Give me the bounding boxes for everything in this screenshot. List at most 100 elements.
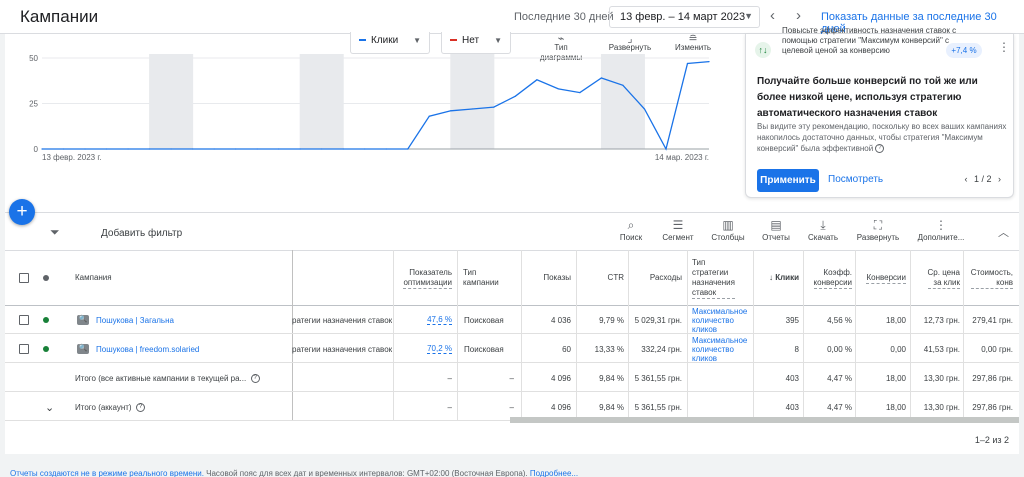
col-cost-conv-line1: Стоимость, [970, 267, 1013, 277]
col-bid-line1: Тип [692, 257, 706, 267]
reports-icon: ▤ [770, 218, 782, 232]
col-type-line1: Тип [463, 268, 477, 277]
columns-button[interactable]: ▥ Столбцы [702, 218, 754, 242]
expand-table-button[interactable]: ⛶ Развернуть [852, 218, 904, 242]
chevron-right-icon[interactable]: › [796, 7, 801, 24]
chevron-up-icon[interactable]: ︿ [998, 224, 1009, 240]
date-range-select[interactable]: 13 февр. – 14 март 2023 ▼ [609, 6, 760, 28]
clicks-data-point [364, 148, 366, 150]
clicks-data-point [170, 148, 172, 150]
more-label: Дополните... [917, 233, 965, 242]
trend-up-icon: ↑↓ [755, 42, 771, 58]
col-optimization-line1: Показатель [409, 267, 452, 277]
clicks-data-point [105, 148, 108, 150]
bid-strategy-cell[interactable]: Максимальное количество кликов [692, 306, 752, 334]
help-icon[interactable]: ? [136, 402, 146, 412]
clicks-cell: 395 [785, 315, 799, 325]
col-campaign-type-label: Тип кампании [463, 268, 499, 288]
help-icon[interactable]: ? [250, 373, 260, 383]
clicks-data-point [278, 148, 280, 150]
bid-strategy-link[interactable]: Максимальное количество кликов [692, 336, 747, 363]
campaign-name-link[interactable]: Пошукова | Загальна [96, 316, 174, 325]
clicks-data-point [708, 61, 710, 63]
table-row: 🔍 Пошукова | freedom.solaried ратегии наз… [5, 335, 1019, 363]
help-icon[interactable]: ? [875, 144, 885, 154]
col-campaign[interactable]: Кампания [75, 251, 275, 305]
cost-cell: 5 361,55 грн. [634, 373, 682, 383]
columns-label: Столбцы [711, 233, 745, 242]
more-vert-icon[interactable]: ⋮ [998, 40, 1010, 54]
col-cost[interactable]: Расходы [630, 251, 682, 305]
col-avg-cpc[interactable]: Ср. цена за клик [912, 251, 960, 305]
apply-button[interactable]: Применить [757, 169, 819, 192]
status-enabled-icon [43, 346, 49, 352]
col-type-line2: кампании [463, 278, 499, 287]
row-checkbox[interactable] [19, 315, 29, 325]
col-conversions[interactable]: Конверсии [857, 251, 906, 305]
bid-strategy-line3: кликов [692, 353, 718, 363]
campaign-name-cell: 🔍 Пошукова | Загальна [77, 306, 291, 334]
col-clicks-label: Клики [775, 273, 799, 282]
view-button[interactable]: Посмотреть [828, 174, 883, 185]
avg-cpc-cell: 13,30 грн. [923, 373, 960, 383]
campaign-type-cell: Поисковая [464, 315, 504, 325]
learn-more-link[interactable]: Подробнее... [530, 469, 578, 477]
clicks-line-chart: 0 25 50 13 февр. 2023 г. 14 мар. 2023 г. [29, 54, 710, 162]
bid-strategy-cell[interactable]: Максимальное количество кликов [692, 335, 752, 363]
add-filter-button[interactable]: Добавить фильтр [101, 228, 182, 239]
table-row: 🔍 Пошукова | Загальна ратегии назначения … [5, 306, 1019, 334]
col-optimization[interactable]: Показатель оптимизации [395, 251, 452, 305]
campaign-name-link[interactable]: Пошукова | freedom.solaried [96, 345, 199, 354]
timezone-note: Часовой пояс для всех дат и временных ин… [203, 469, 530, 477]
realtime-note-link[interactable]: Отчеты создаются не в режиме реального в… [10, 469, 204, 477]
add-campaign-button[interactable]: + [9, 199, 35, 225]
search-icon: ⌕ [627, 218, 635, 232]
search-campaign-icon: 🔍 [77, 344, 89, 354]
col-clicks[interactable]: ↓ Клики [755, 251, 799, 305]
recommendation-top-text: Повысьте эффективность назначения ставок… [782, 26, 957, 55]
col-campaign-type[interactable]: Тип кампании [463, 251, 513, 305]
col-avg-cpc-label: Ср. цена за клик [927, 268, 960, 289]
bid-strategy-line2: количество [692, 315, 734, 325]
footer-note: Отчеты создаются не в режиме реального в… [10, 469, 578, 477]
col-impressions[interactable]: Показы [522, 251, 571, 305]
col-cost-per-conv[interactable]: Стоимость, конв [965, 251, 1013, 305]
clicks-data-point [41, 148, 43, 150]
col-conv-rate-line2: конверсии [813, 277, 852, 287]
reports-button[interactable]: ▤ Отчеты [750, 218, 802, 242]
clicks-data-point [235, 148, 237, 150]
bid-strategy-line2: количество [692, 344, 734, 354]
col-optimization-line2: оптимизации [403, 277, 452, 287]
col-conv-rate[interactable]: Коэфф. конверсии [805, 251, 852, 305]
optimization-score-cell: 70,2 % [395, 335, 452, 363]
clicks-data-point [471, 108, 473, 110]
status-column-icon [43, 275, 49, 281]
chevron-left-icon[interactable]: ‹ [964, 174, 967, 184]
row-checkbox[interactable] [19, 344, 29, 354]
search-button[interactable]: ⌕ Поиск [605, 218, 657, 242]
select-all-checkbox[interactable] [19, 273, 29, 283]
col-ctr[interactable]: CTR [580, 251, 624, 305]
optimization-score-link[interactable]: 70,2 % [427, 344, 452, 354]
optimization-score-link[interactable]: 47,6 % [427, 315, 452, 325]
cost-per-conv-cell: 0,00 грн. [981, 344, 1013, 354]
horizontal-scrollbar[interactable] [510, 417, 1019, 423]
conv-rate-cell: 0,00 % [827, 344, 852, 354]
uplift-badge: +7,4 % [946, 43, 982, 58]
page-title: Кампании [20, 7, 99, 26]
plus-icon: + [16, 201, 28, 222]
dropdown-caret-icon: ▼ [744, 11, 753, 21]
chevron-right-icon[interactable]: › [998, 174, 1001, 184]
col-bid-strategy[interactable]: Тип стратегии назначения ставок [692, 251, 752, 305]
more-button[interactable]: ⋮ Дополните... [911, 218, 971, 242]
chevron-down-icon[interactable]: ⌄ [45, 393, 65, 421]
total-active-label: Итого (все активные кампании в текущей р… [75, 373, 247, 383]
bid-strategy-link[interactable]: Максимальное количество кликов [692, 307, 747, 334]
segment-button[interactable]: ☰ Сегмент [652, 218, 704, 242]
clicks-data-point [321, 148, 323, 150]
download-button[interactable]: ⤓ Скачать [797, 218, 849, 242]
clicks-data-point [213, 148, 215, 150]
chevron-left-icon[interactable]: ‹ [770, 7, 775, 24]
clicks-data-point [514, 95, 516, 97]
filter-icon[interactable]: ⏷ [50, 225, 60, 240]
